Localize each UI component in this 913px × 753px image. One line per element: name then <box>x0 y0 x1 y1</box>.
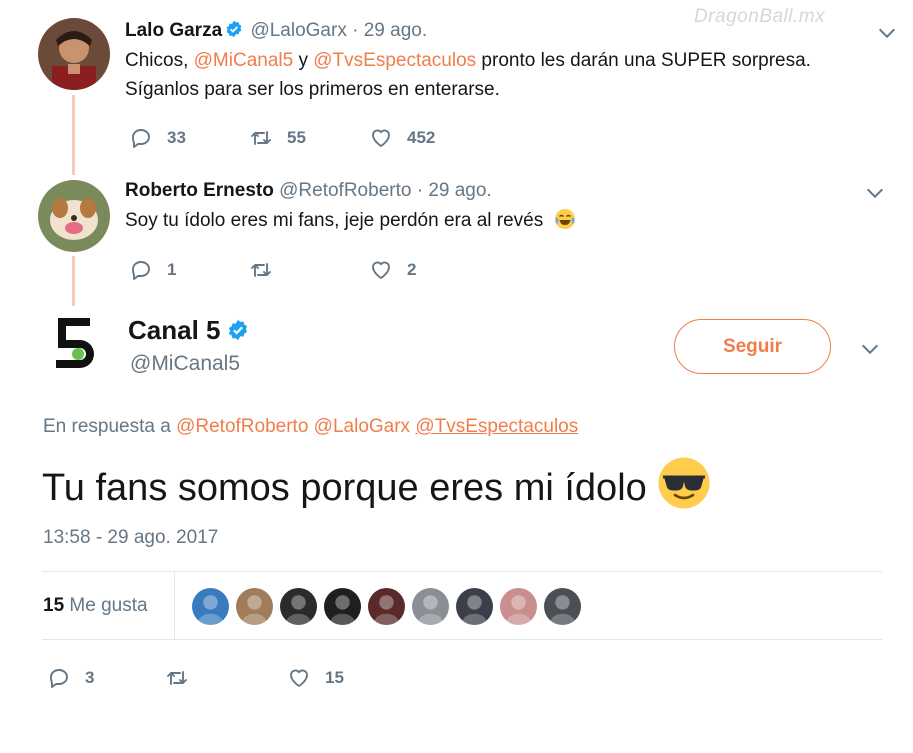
watermark: DragonBall.mx <box>694 6 826 27</box>
reply-icon <box>132 129 150 148</box>
mention-link[interactable]: @LaloGarx <box>314 416 410 437</box>
tweet2-text: Soy tu ídolo eres mi fans, jeje perdón e… <box>125 206 577 235</box>
like-button[interactable]: 15 <box>287 666 344 690</box>
reply-button[interactable]: 3 <box>47 666 165 690</box>
like-button[interactable]: 452 <box>369 126 435 150</box>
tweet2-header: Roberto Ernesto @RetofRoberto · 29 ago. <box>125 180 492 202</box>
reply-context: En respuesta a @RetofRoberto @LaloGarx @… <box>43 416 579 437</box>
retweet-button[interactable]: 55 <box>249 126 369 150</box>
thread-line <box>72 95 75 175</box>
liker-avatar[interactable] <box>412 588 449 625</box>
retweet-button[interactable] <box>249 258 369 282</box>
likes-summary[interactable]: 15 Me gusta <box>43 595 148 617</box>
reply-button[interactable]: 1 <box>129 258 249 282</box>
tweet-timestamp[interactable]: 13:58 - 29 ago. 2017 <box>43 527 218 549</box>
author-handle[interactable]: @LaloGarx <box>250 20 346 41</box>
divider <box>174 572 175 639</box>
author-name[interactable]: Roberto Ernesto <box>125 180 274 201</box>
tweet-date[interactable]: · 29 ago. <box>417 180 492 201</box>
follow-button[interactable]: Seguir <box>674 319 831 374</box>
liker-avatar[interactable] <box>324 588 361 625</box>
heart-icon <box>372 129 390 147</box>
main-tweet-text: Tu fans somos porque eres mi ídolo <box>42 456 711 510</box>
heart-icon <box>372 261 390 279</box>
author-handle[interactable]: @RetofRoberto <box>279 180 411 201</box>
chevron-down-icon[interactable] <box>876 22 898 44</box>
liker-avatar[interactable] <box>456 588 493 625</box>
retweet-icon <box>251 131 271 145</box>
sunglasses-emoji <box>658 457 710 509</box>
canal5-logo[interactable] <box>38 310 110 382</box>
tweet2-actions: 1 2 <box>129 258 416 282</box>
tweet-date[interactable]: · 29 ago. <box>352 20 427 41</box>
avatar[interactable] <box>38 18 110 90</box>
liker-avatar[interactable] <box>500 588 537 625</box>
chevron-down-icon[interactable] <box>859 338 881 360</box>
mention-link[interactable]: @TvsEspectaculos <box>313 50 476 71</box>
mention-link[interactable]: @TvsEspectaculos <box>415 416 578 437</box>
retweet-icon <box>251 263 271 277</box>
liker-avatar[interactable] <box>236 588 273 625</box>
reply-icon <box>132 261 150 280</box>
verified-badge-icon <box>228 319 247 341</box>
divider <box>42 571 882 572</box>
main-author-name: Canal 5 <box>128 315 251 346</box>
like-button[interactable]: 2 <box>369 258 416 282</box>
liker-avatar[interactable] <box>192 588 229 625</box>
liker-avatar[interactable] <box>544 588 581 625</box>
liker-avatar[interactable] <box>368 588 405 625</box>
mention-link[interactable]: @RetofRoberto <box>176 416 308 437</box>
avatar[interactable] <box>38 180 110 252</box>
main-author-handle[interactable]: @MiCanal5 <box>130 352 240 376</box>
reply-icon <box>50 669 68 688</box>
tears-of-joy-emoji <box>554 209 575 229</box>
reply-button[interactable]: 33 <box>129 126 249 150</box>
verified-badge-icon <box>226 20 242 38</box>
liker-avatar[interactable] <box>280 588 317 625</box>
chevron-down-icon[interactable] <box>864 182 886 204</box>
likers-list <box>192 588 588 625</box>
retweet-button[interactable] <box>165 666 287 690</box>
author-name[interactable]: Lalo Garza <box>125 20 222 41</box>
tweet1-text: Chicos, @MiCanal5 y @TvsEspectaculos pro… <box>125 50 811 100</box>
tweet1-actions: 33 55 452 <box>129 126 435 150</box>
thread-line <box>72 256 75 306</box>
main-tweet-actions: 3 15 <box>47 666 344 690</box>
divider <box>42 639 882 640</box>
tweet1-header: Lalo Garza @LaloGarx · 29 ago. <box>125 20 427 42</box>
mention-link[interactable]: @MiCanal5 <box>194 50 294 71</box>
heart-icon <box>290 669 308 687</box>
retweet-icon <box>167 671 187 685</box>
